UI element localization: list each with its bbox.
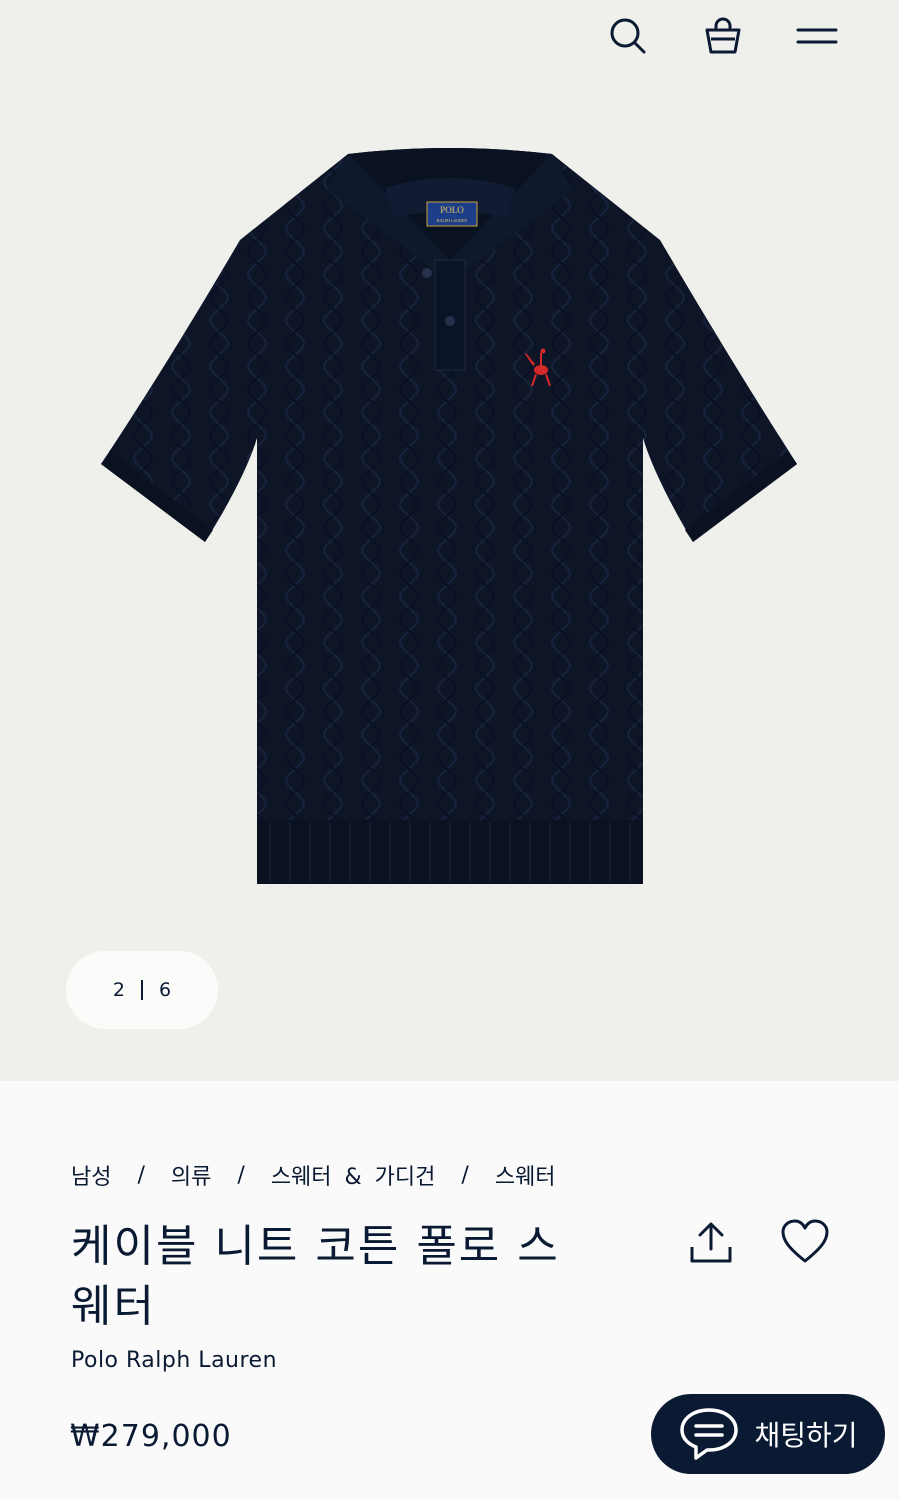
shopping-bag-icon bbox=[705, 17, 741, 54]
breadcrumb-separator: / bbox=[237, 1162, 245, 1188]
breadcrumb: 남성 / 의류 / 스웨터 & 가디건 / 스웨터 bbox=[71, 1159, 556, 1191]
share-icon bbox=[690, 1222, 732, 1263]
product-title: 케이블 니트 코튼 폴로 스 웨터 bbox=[71, 1217, 611, 1337]
search-button[interactable] bbox=[604, 12, 652, 60]
menu-button[interactable] bbox=[793, 12, 841, 60]
breadcrumb-item-sweaters[interactable]: 스웨터 bbox=[495, 1159, 556, 1191]
neck-label-text: POLO bbox=[440, 205, 464, 215]
share-button[interactable] bbox=[686, 1217, 736, 1267]
pager-divider bbox=[141, 980, 143, 1000]
product-title-line-2: 웨터 bbox=[71, 1281, 156, 1332]
breadcrumb-item-clothing[interactable]: 의류 bbox=[171, 1159, 211, 1191]
pager-total: 6 bbox=[159, 979, 172, 1001]
breadcrumb-separator: / bbox=[461, 1162, 469, 1188]
top-navigation bbox=[0, 0, 899, 75]
pager-current: 2 bbox=[112, 979, 125, 1001]
breadcrumb-item-men[interactable]: 남성 bbox=[71, 1159, 111, 1191]
cart-button[interactable] bbox=[699, 12, 747, 60]
chat-bubble-icon bbox=[680, 1408, 739, 1460]
search-icon bbox=[610, 18, 646, 54]
breadcrumb-separator: / bbox=[137, 1162, 145, 1188]
menu-icon bbox=[796, 28, 838, 44]
product-price: ₩279,000 bbox=[70, 1419, 232, 1454]
heart-icon bbox=[781, 1219, 829, 1263]
product-image[interactable]: POLO RALPH LAUREN bbox=[95, 148, 805, 893]
chat-button[interactable]: 채팅하기 bbox=[651, 1394, 885, 1474]
brand-link[interactable]: Polo Ralph Lauren bbox=[71, 1348, 277, 1373]
chat-button-label: 채팅하기 bbox=[754, 1419, 858, 1452]
product-title-line-1: 케이블 니트 코튼 폴로 스 bbox=[71, 1221, 560, 1272]
image-pager: 2 6 bbox=[66, 951, 218, 1029]
wishlist-button[interactable] bbox=[779, 1217, 831, 1267]
product-gallery[interactable]: POLO RALPH LAUREN 2 6 bbox=[0, 0, 899, 1081]
neck-label-subtext: RALPH LAUREN bbox=[437, 218, 467, 223]
breadcrumb-item-sweaters-cardigans[interactable]: 스웨터 & 가디건 bbox=[271, 1159, 436, 1191]
